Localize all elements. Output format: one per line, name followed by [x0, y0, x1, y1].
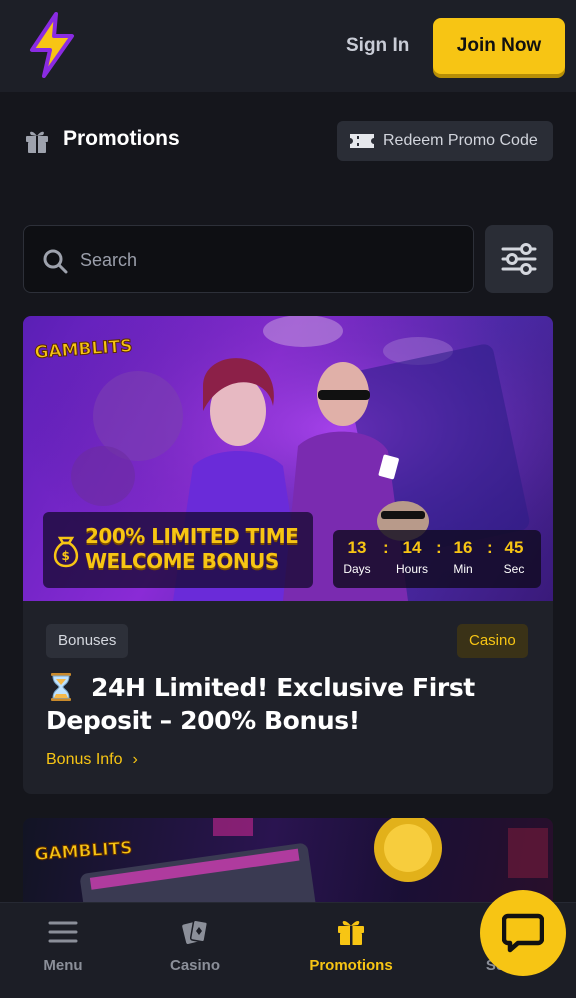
- nav-label-casino: Casino: [169, 957, 220, 974]
- promo-card[interactable]: GAMBLITS $ 200% LIMITED TIME WELCOME BON…: [23, 316, 553, 794]
- lightning-bolt-logo[interactable]: [26, 12, 78, 78]
- promo-headline-line2: WELCOME BONUS: [85, 549, 279, 573]
- countdown-hours: 14 Hours: [395, 538, 428, 576]
- redeem-label: Redeem Promo Code: [383, 132, 538, 149]
- promo-title[interactable]: 24H Limited! Exclusive First Deposit – 2…: [46, 671, 526, 737]
- money-bag-icon: $: [53, 536, 79, 568]
- ticket-icon: [350, 134, 374, 148]
- countdown-days: 13 Days: [343, 538, 371, 576]
- countdown-separator: :: [436, 538, 442, 557]
- gamblits-brand: GAMBLITS: [34, 838, 133, 865]
- nav-label-menu: Menu: [43, 957, 83, 974]
- join-now-button[interactable]: Join Now: [433, 18, 565, 74]
- nav-item-casino[interactable]: Casino: [140, 903, 250, 998]
- redeem-promo-code-button[interactable]: Redeem Promo Code: [337, 121, 553, 161]
- chevron-right-icon: ›: [132, 751, 138, 768]
- countdown-minutes: 16 Min: [453, 538, 473, 576]
- bonus-info-link[interactable]: Bonus Info ›: [46, 751, 138, 769]
- hamburger-icon: [48, 921, 78, 943]
- nav-item-menu[interactable]: Menu: [8, 903, 118, 998]
- search-bar[interactable]: [23, 225, 474, 293]
- filter-button[interactable]: [485, 225, 553, 293]
- countdown-separator: :: [487, 538, 493, 557]
- bonus-info-label: Bonus Info: [46, 751, 123, 768]
- live-chat-button[interactable]: [480, 890, 566, 976]
- search-input[interactable]: [80, 242, 460, 278]
- countdown-seconds: 45 Sec: [503, 538, 525, 576]
- nav-label-promotions: Promotions: [309, 957, 393, 974]
- gift-icon: [338, 921, 364, 945]
- category-tag-bonuses: Bonuses: [46, 624, 129, 658]
- page: Sign In Join Now Promotions Redeem Promo…: [0, 0, 576, 998]
- promo-banner-image[interactable]: GAMBLITS $ 200% LIMITED TIME WELCOME BON…: [23, 316, 553, 601]
- sliders-icon: [501, 243, 537, 275]
- sign-in-button[interactable]: Sign In: [340, 26, 415, 66]
- promo-headline-line1: 200% LIMITED TIME: [85, 524, 299, 548]
- search-icon: [43, 249, 68, 274]
- promo-headline-box: $ 200% LIMITED TIME WELCOME BONUS: [43, 512, 313, 588]
- category-tag-casino: Casino: [457, 624, 528, 658]
- top-header: Sign In Join Now: [0, 0, 576, 92]
- countdown-timer: 13 Days : 14 Hours : 16 Min : 45 Sec: [333, 530, 541, 588]
- chat-bubble-icon: [502, 913, 544, 953]
- svg-text:$: $: [62, 549, 70, 563]
- cards-icon: [182, 919, 209, 944]
- gift-icon: [26, 131, 48, 153]
- nav-item-promotions[interactable]: Promotions: [296, 903, 406, 998]
- page-title: Promotions: [63, 127, 180, 150]
- countdown-separator: :: [383, 538, 389, 557]
